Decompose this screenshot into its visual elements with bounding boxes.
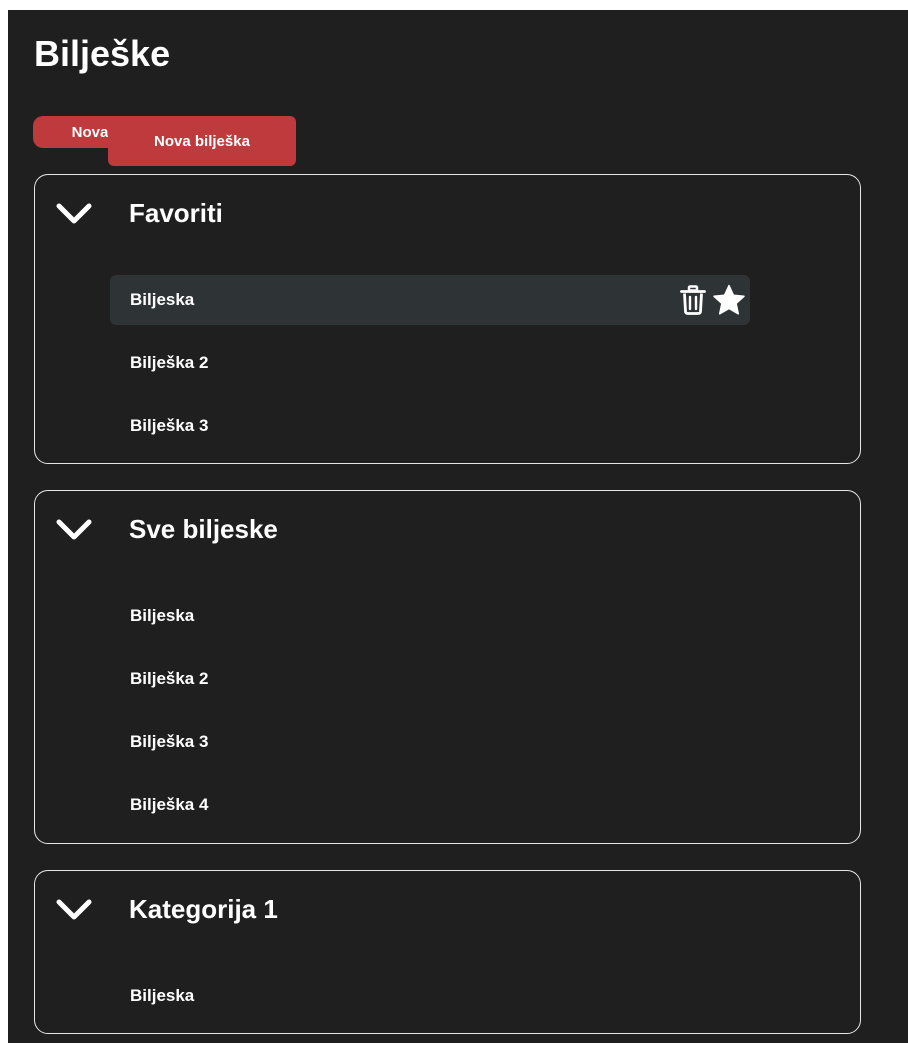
- page-title: Bilješke: [34, 33, 171, 74]
- category-header[interactable]: Sve biljeske: [35, 491, 860, 569]
- category-title: Kategorija 1: [129, 894, 278, 924]
- list-item[interactable]: Bilješka 3: [110, 401, 750, 451]
- chevron-down-icon[interactable]: [55, 199, 93, 229]
- chevron-down-icon[interactable]: [55, 895, 93, 925]
- list-item[interactable]: Bilješka 3: [110, 717, 750, 767]
- note-label: Bilješka 3: [130, 732, 209, 751]
- list-item[interactable]: Biljeska: [110, 275, 750, 325]
- chevron-down-icon[interactable]: [55, 515, 93, 545]
- toolbar: Nova kategorija Nova bilješka: [33, 116, 296, 166]
- note-label: Bilješka 2: [130, 353, 209, 372]
- category-title: Sve biljeske: [129, 514, 278, 544]
- category-kategorija-1: Kategorija 1 Biljeska: [34, 870, 861, 1034]
- note-label: Bilješka 3: [130, 416, 209, 435]
- trash-icon[interactable]: [676, 283, 710, 317]
- note-label: Bilješka 2: [130, 669, 209, 688]
- list-item[interactable]: Bilješka 2: [110, 338, 750, 388]
- note-label: Biljeska: [130, 290, 195, 309]
- category-title: Favoriti: [129, 198, 223, 228]
- list-item[interactable]: Bilješka 2: [110, 654, 750, 704]
- category-favoriti: Favoriti Biljeska Bilješka 2 Bilješka 3: [34, 174, 861, 464]
- list-item[interactable]: Biljeska: [110, 971, 750, 1021]
- category-header[interactable]: Favoriti: [35, 175, 860, 253]
- new-note-button[interactable]: Nova bilješka: [108, 116, 296, 166]
- note-actions: [676, 283, 746, 317]
- list-item[interactable]: Bilješka 4: [110, 780, 750, 830]
- category-header[interactable]: Kategorija 1: [35, 871, 860, 949]
- note-label: Bilješka 4: [130, 795, 209, 814]
- star-icon[interactable]: [712, 283, 746, 317]
- note-label: Biljeska: [130, 606, 195, 625]
- notes-app: Bilješke Nova kategorija Nova bilješka F…: [8, 10, 908, 1043]
- note-label: Biljeska: [130, 986, 195, 1005]
- list-item[interactable]: Biljeska: [110, 591, 750, 641]
- category-sve-biljeske: Sve biljeske Biljeska Bilješka 2 Bilješk…: [34, 490, 861, 844]
